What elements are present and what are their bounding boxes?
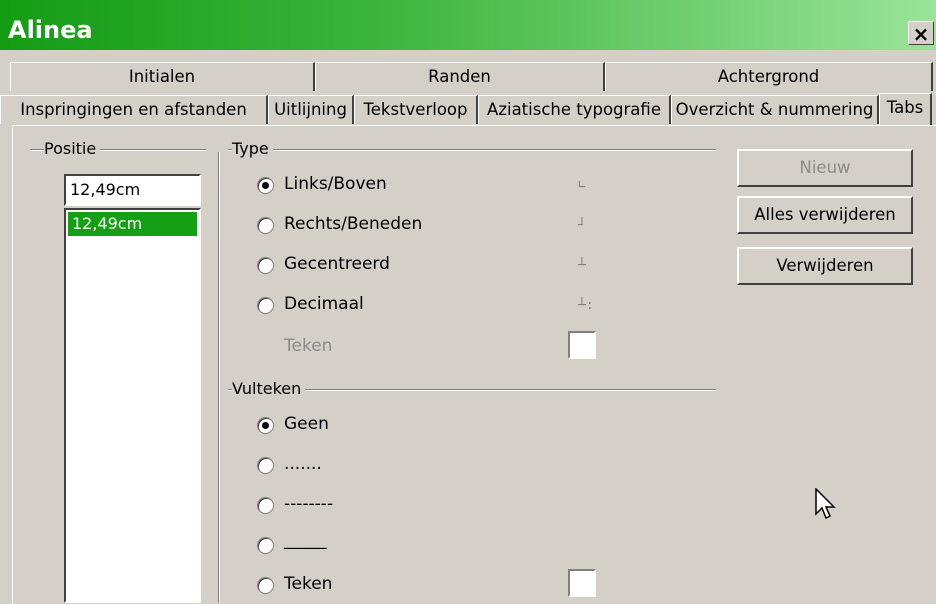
label-links-boven: Links/Boven [284, 174, 387, 194]
window-title: Alinea [8, 16, 93, 44]
tab-label: Inspringingen en afstanden [20, 100, 247, 119]
mouse-cursor-icon [815, 488, 836, 520]
tab-label: Randen [428, 67, 491, 86]
type-group-label: Type [232, 139, 273, 158]
close-button[interactable]: × [908, 21, 934, 46]
right-tab-icon: ┘ [578, 218, 586, 233]
type-group-line [228, 149, 716, 151]
radio-dashes[interactable] [257, 497, 274, 514]
teken-type-field[interactable] [568, 331, 596, 359]
positie-group-label: Positie [44, 139, 101, 158]
delete-button[interactable]: Verwijderen [737, 247, 913, 285]
tab-inspringingen[interactable]: Inspringingen en afstanden [0, 95, 268, 124]
position-list[interactable]: 12,49cm [64, 208, 201, 603]
label-teken-type: Teken [284, 336, 333, 356]
radio-underline[interactable] [257, 537, 274, 554]
tab-label: Aziatische typografie [487, 100, 661, 119]
vulteken-group-label: Vulteken [232, 379, 306, 398]
delete-all-button[interactable]: Alles verwijderen [737, 196, 913, 234]
group-divider [218, 152, 220, 603]
radio-decimaal[interactable] [257, 297, 274, 314]
list-item[interactable]: 12,49cm [68, 212, 197, 236]
tab-tekstverloop[interactable]: Tekstverloop [354, 95, 478, 124]
radio-teken[interactable] [257, 577, 274, 594]
radio-gecentreerd[interactable] [257, 257, 274, 274]
radio-rechts-beneden[interactable] [257, 217, 274, 234]
tab-achtergrond[interactable]: Achtergrond [605, 62, 933, 91]
tab-label: Tekstverloop [363, 100, 468, 119]
label-decimaal: Decimaal [284, 294, 364, 314]
tab-label: Achtergrond [717, 67, 820, 86]
tab-randen[interactable]: Randen [315, 62, 605, 91]
decimal-tab-icon: ┴: [578, 298, 594, 313]
label-underline: _____ [284, 530, 327, 550]
tab-uitlijning[interactable]: Uitlijning [268, 95, 354, 124]
title-bar: Alinea × [0, 0, 936, 50]
tab-label: Tabs [886, 98, 924, 117]
tab-aziatische-typografie[interactable]: Aziatische typografie [478, 95, 671, 124]
teken-fill-field[interactable] [568, 569, 596, 597]
label-dashes: -------- [284, 494, 334, 514]
left-tab-icon: ∟ [578, 178, 586, 193]
tab-overzicht-nummering[interactable]: Overzicht & nummering [671, 95, 879, 124]
radio-links-boven[interactable] [257, 177, 274, 194]
radio-dots[interactable] [257, 457, 274, 474]
label-geen: Geen [284, 414, 329, 434]
center-tab-icon: ┴ [578, 258, 586, 273]
label-rechts-beneden: Rechts/Beneden [284, 214, 423, 234]
tab-label: Uitlijning [274, 100, 347, 119]
tab-label: Overzicht & nummering [675, 100, 874, 119]
new-button[interactable]: Nieuw [737, 149, 913, 187]
label-gecentreerd: Gecentreerd [284, 254, 390, 274]
close-icon: × [912, 22, 930, 46]
tab-label: Initialen [128, 67, 196, 86]
label-teken-fill: Teken [284, 574, 333, 594]
tab-initialen[interactable]: Initialen [10, 62, 315, 91]
position-input[interactable]: 12,49cm [64, 174, 201, 206]
radio-geen[interactable] [257, 417, 274, 434]
tab-tabs[interactable]: Tabs [879, 93, 932, 125]
label-dots: ....... [284, 454, 322, 474]
